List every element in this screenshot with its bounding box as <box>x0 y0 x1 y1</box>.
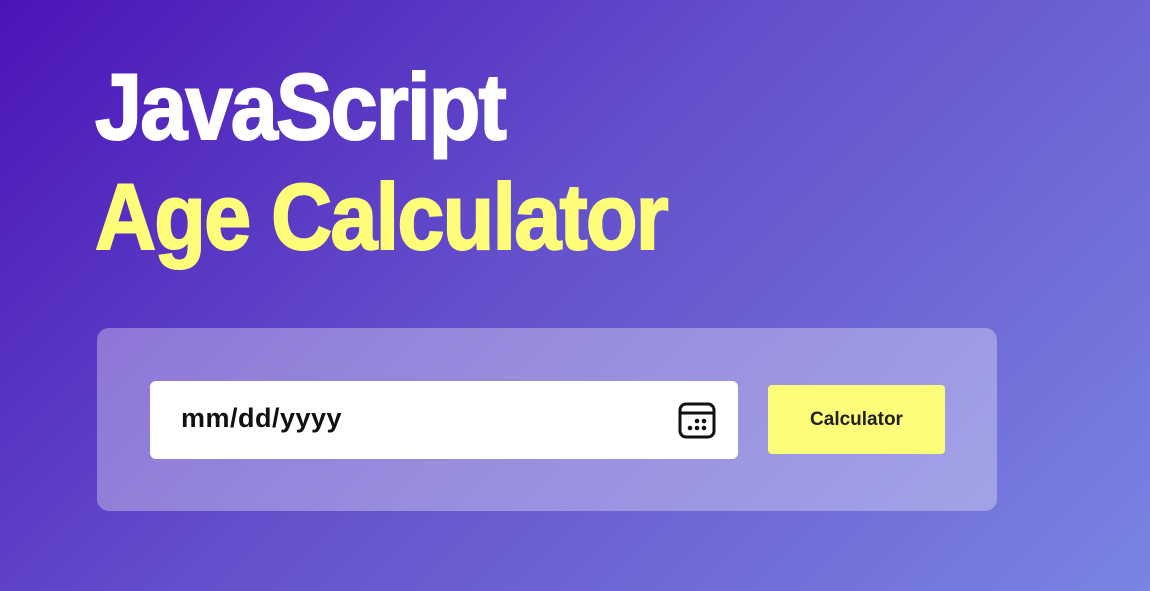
heading-title: JavaScript <box>94 53 508 160</box>
calculate-button[interactable]: Calculator <box>768 385 945 454</box>
birthdate-input[interactable]: mm/dd/yyyy <box>150 381 738 459</box>
date-placeholder: mm/dd/yyyy <box>181 403 343 433</box>
heading-subtitle: Age Calculator <box>94 163 669 270</box>
calendar-icon[interactable] <box>677 400 717 440</box>
page-heading: JavaScript Age Calculator <box>94 52 669 272</box>
calculator-panel: mm/dd/yyyy Calculator <box>97 328 997 511</box>
